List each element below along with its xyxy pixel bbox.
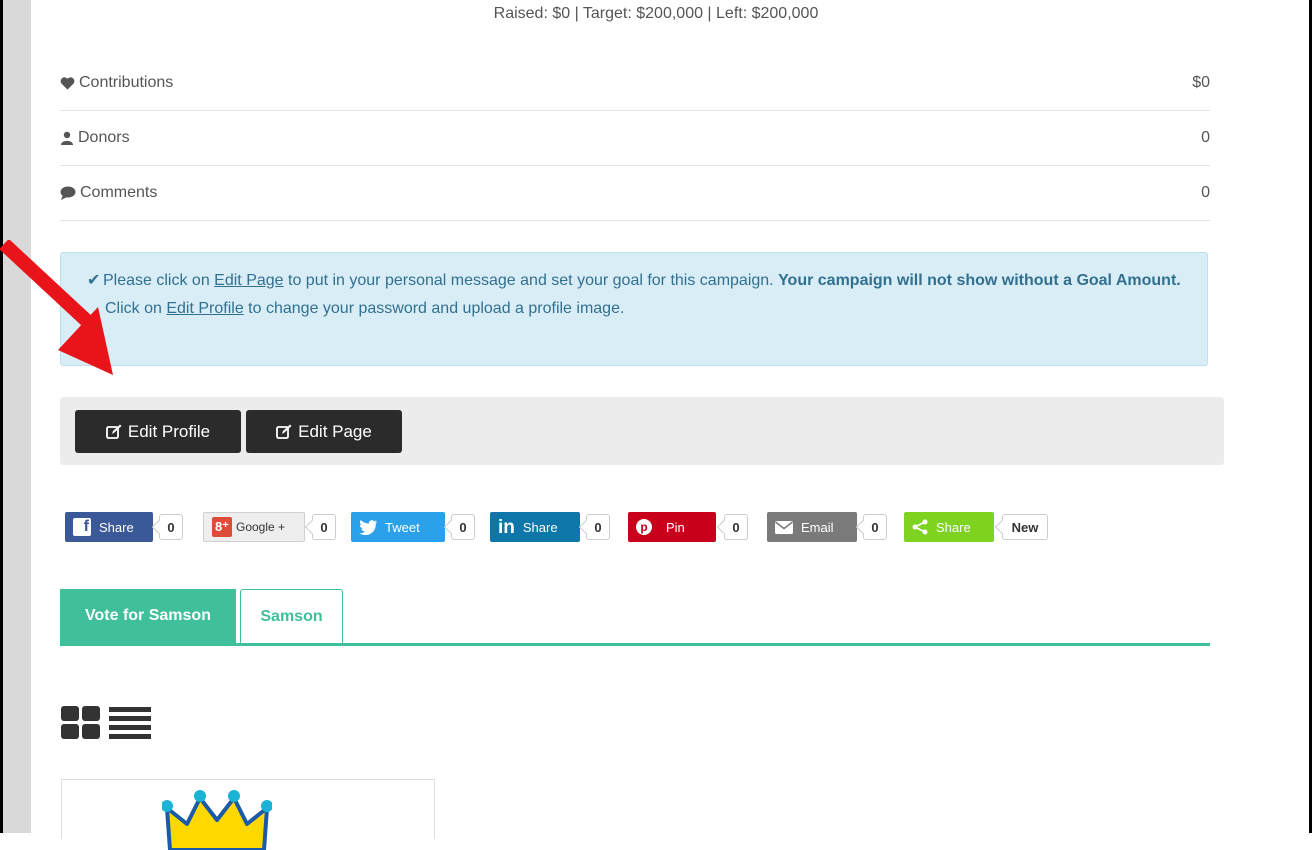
stat-value: 0 bbox=[1201, 129, 1210, 146]
facebook-share-button[interactable]: f Share bbox=[65, 512, 153, 542]
stat-donors: Donors 0 bbox=[60, 111, 1210, 166]
google-plus-share-button[interactable]: 8⁺ Google + bbox=[203, 512, 305, 542]
generic-share-button[interactable]: Share bbox=[904, 512, 994, 542]
email-share-button[interactable]: Email bbox=[767, 512, 857, 542]
stat-label: Comments bbox=[80, 184, 158, 201]
linkedin-share-count: 0 bbox=[586, 514, 610, 540]
view-toggle bbox=[61, 706, 151, 740]
email-icon bbox=[775, 520, 793, 534]
edit-icon bbox=[105, 424, 122, 439]
twitter-icon bbox=[359, 520, 377, 535]
twitter-share-button[interactable]: Tweet bbox=[351, 512, 445, 542]
sidebar-strip bbox=[3, 0, 31, 833]
pinterest-share-count: 0 bbox=[724, 514, 748, 540]
linkedin-share-button[interactable]: in Share bbox=[490, 512, 580, 542]
stat-label: Donors bbox=[78, 129, 130, 146]
list-view-icon[interactable] bbox=[109, 706, 151, 740]
stat-label: Contributions bbox=[79, 74, 174, 91]
share-icon bbox=[912, 519, 928, 535]
generic-share-count: New bbox=[1002, 514, 1048, 540]
email-share-count: 0 bbox=[863, 514, 887, 540]
red-arrow-annotation bbox=[0, 240, 113, 375]
campaign-summary: Raised: $0 | Target: $200,000 | Left: $2… bbox=[493, 5, 819, 22]
stat-contributions: Contributions $0 bbox=[60, 56, 1210, 111]
user-icon bbox=[61, 131, 73, 145]
facebook-icon: f bbox=[73, 518, 91, 536]
edit-profile-link[interactable]: Edit Profile bbox=[166, 300, 243, 317]
heart-icon bbox=[60, 77, 75, 90]
edit-page-link[interactable]: Edit Page bbox=[214, 272, 283, 289]
stat-value: 0 bbox=[1201, 184, 1210, 201]
alert-line-2: Click on Edit Profile to change your pas… bbox=[105, 300, 625, 317]
edit-profile-button[interactable]: Edit Profile bbox=[75, 410, 241, 453]
edit-icon bbox=[276, 424, 292, 439]
edit-page-button[interactable]: Edit Page bbox=[246, 410, 402, 453]
info-alert: ✔ Please click on Edit Page to put in you… bbox=[60, 252, 1208, 366]
tabs-underline bbox=[60, 643, 1210, 646]
comment-icon bbox=[60, 186, 76, 200]
stat-value: $0 bbox=[1192, 74, 1210, 91]
pinterest-icon: p bbox=[636, 519, 652, 535]
facebook-share-count: 0 bbox=[159, 514, 183, 540]
tab-vote-for-samson[interactable]: Vote for Samson bbox=[60, 589, 236, 643]
tab-samson[interactable]: Samson bbox=[240, 589, 343, 643]
crown-logo bbox=[162, 790, 272, 850]
grid-view-icon[interactable] bbox=[61, 706, 101, 740]
alert-line-1: ✔ Please click on Edit Page to put in you… bbox=[87, 267, 1181, 295]
action-bar: Edit Profile Edit Page bbox=[60, 397, 1224, 465]
linkedin-icon: in bbox=[498, 516, 515, 538]
campaign-card[interactable] bbox=[61, 779, 435, 850]
pinterest-share-button[interactable]: p Pin bbox=[628, 512, 716, 542]
google-plus-share-count: 0 bbox=[312, 514, 336, 540]
google-plus-icon: 8⁺ bbox=[212, 517, 232, 537]
stat-comments: Comments 0 bbox=[60, 166, 1210, 221]
twitter-share-count: 0 bbox=[451, 514, 475, 540]
